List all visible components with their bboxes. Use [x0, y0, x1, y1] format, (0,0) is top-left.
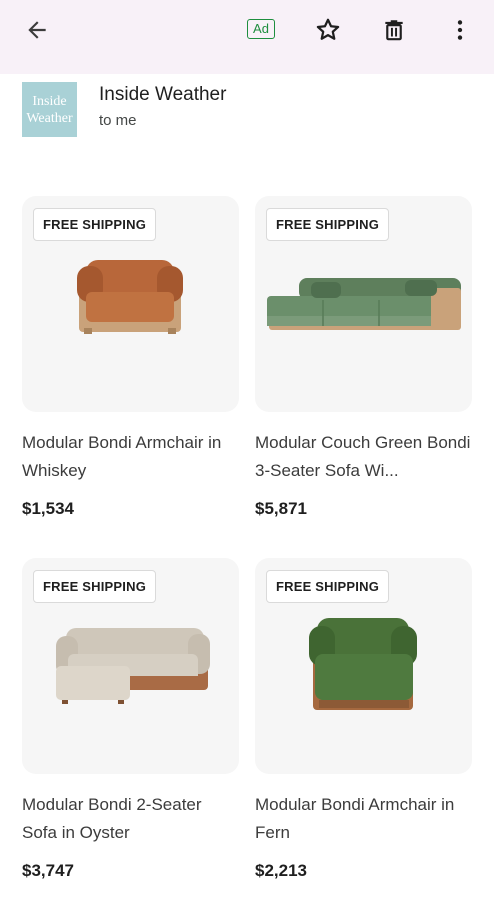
- free-shipping-badge: FREE SHIPPING: [266, 208, 390, 241]
- logo-line2: Weather: [26, 110, 73, 126]
- back-button[interactable]: [17, 10, 57, 50]
- ad-badge: Ad: [247, 19, 275, 39]
- free-shipping-badge: FREE SHIPPING: [33, 208, 157, 241]
- product-price: $3,747: [22, 861, 74, 880]
- product-title[interactable]: Modular Couch Green Bondi 3-Seater Sofa …: [255, 429, 472, 485]
- delete-button[interactable]: [374, 10, 414, 50]
- product-title[interactable]: Modular Bondi 2-Seater Sofa in Oyster: [22, 791, 239, 847]
- recipient-label[interactable]: to me: [99, 112, 137, 129]
- product-price: $2,213: [255, 861, 307, 880]
- free-shipping-badge: FREE SHIPPING: [33, 570, 157, 603]
- sender-name[interactable]: Inside Weather: [99, 84, 226, 106]
- star-button[interactable]: [308, 10, 348, 50]
- product-image[interactable]: FREE SHIPPING: [22, 196, 239, 412]
- email-toolbar: Ad: [0, 0, 494, 74]
- sender-header: Inside Weather Inside Weather to me: [22, 82, 482, 142]
- product-title[interactable]: Modular Bondi Armchair in Fern: [255, 791, 472, 847]
- more-options-button[interactable]: [440, 10, 480, 50]
- product-price: $5,871: [255, 499, 307, 518]
- product-image[interactable]: FREE SHIPPING: [255, 558, 472, 774]
- product-image[interactable]: FREE SHIPPING: [255, 196, 472, 412]
- sender-logo[interactable]: Inside Weather: [22, 82, 77, 137]
- product-price: $1,534: [22, 499, 74, 518]
- product-title[interactable]: Modular Bondi Armchair in Whiskey: [22, 429, 239, 485]
- star-outline-icon: [316, 18, 340, 40]
- product-image[interactable]: FREE SHIPPING: [22, 558, 239, 774]
- free-shipping-badge: FREE SHIPPING: [266, 570, 390, 603]
- trash-icon: [385, 20, 403, 41]
- arrow-back-icon: [28, 21, 46, 39]
- more-vert-icon: [457, 20, 463, 40]
- logo-line1: Inside: [32, 93, 67, 109]
